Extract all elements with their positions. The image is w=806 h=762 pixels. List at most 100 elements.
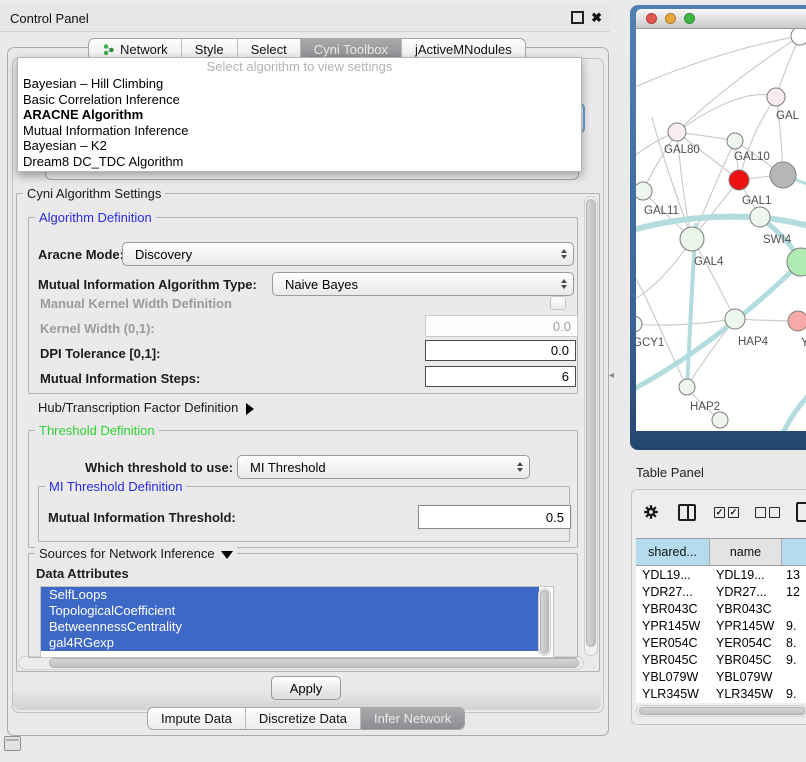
network-node-gal80[interactable] (668, 123, 686, 141)
table-row[interactable]: YBL079WYBL079W (636, 668, 806, 685)
network-canvas[interactable]: GALGAL80GAL10GAL1GAL11SWI4GAL4GCY1HAP4YH… (636, 29, 806, 431)
network-node-hap4[interactable] (725, 309, 745, 329)
mi-type-combo[interactable]: Naive Bayes (272, 272, 574, 296)
algorithm-option[interactable]: Bayesian – Hill Climbing (18, 76, 581, 92)
data-attributes-list[interactable]: SelfLoopsTopologicalCoefficientBetweenne… (40, 586, 554, 658)
mi-threshold-input[interactable]: 0.5 (418, 505, 571, 529)
split-columns-icon[interactable] (678, 504, 696, 521)
table-row[interactable]: YBR043CYBR043C (636, 600, 806, 617)
network-node-gal1[interactable] (729, 170, 749, 190)
network-window-titlebar[interactable] (636, 9, 806, 29)
table-row[interactable]: YDL19...YDL19...13 (636, 566, 806, 583)
attribute-item[interactable]: TopologicalCoefficient (41, 603, 539, 619)
which-threshold-combo[interactable]: MI Threshold (237, 455, 530, 479)
mi-threshold-value: 0.5 (546, 510, 564, 525)
network-graph: GALGAL80GAL10GAL1GAL11SWI4GAL4GCY1HAP4YH… (636, 29, 806, 431)
node-table: shared...name YDL19...YDL19...13YDR27...… (636, 538, 806, 717)
algorithm-option[interactable]: Mutual Information Inference (18, 123, 581, 139)
table-row[interactable]: YLR345WYLR345W9. (636, 685, 806, 702)
network-icon (102, 43, 115, 56)
network-node-gal11[interactable] (636, 182, 652, 200)
network-node-gal10[interactable] (727, 133, 743, 149)
settings-vscroll-thumb[interactable] (586, 199, 596, 647)
attribute-item[interactable]: SelfLoops (41, 587, 539, 603)
table-row[interactable]: YIL052CYIL052C9 (636, 702, 806, 703)
apply-button[interactable]: Apply (271, 676, 341, 700)
minimized-panel-icon[interactable] (4, 736, 21, 751)
table-cell: 9. (782, 619, 806, 633)
window-zoom-icon[interactable] (684, 13, 695, 24)
collapsed-arrow-icon (246, 403, 254, 415)
attribute-item[interactable]: BetweennessCentrality (41, 619, 539, 635)
attributes-scroll-thumb[interactable] (540, 590, 549, 654)
settings-vertical-scrollbar[interactable] (584, 196, 598, 656)
table-horizontal-scrollbar[interactable] (636, 705, 806, 717)
algorithm-option[interactable]: Basic Correlation Inference (18, 92, 581, 108)
table-cell: 9. (782, 653, 806, 667)
hub-definition-toggle[interactable]: Hub/Transcription Factor Definition (38, 400, 254, 415)
manual-kernel-checkbox[interactable] (550, 296, 566, 310)
dpi-tolerance-input[interactable]: 0.0 (425, 340, 576, 361)
tab-label: Cyni Toolbox (314, 42, 388, 57)
attributes-scrollbar[interactable] (538, 588, 551, 656)
window-minimize-icon[interactable] (665, 13, 676, 24)
column-header[interactable] (782, 539, 806, 565)
network-node-gal4[interactable] (680, 227, 704, 251)
table-cell: YDL19... (710, 568, 782, 582)
tab-infer-network[interactable]: Infer Network (361, 708, 464, 729)
network-node-gal[interactable] (767, 88, 785, 106)
node-label: Y (801, 337, 806, 349)
tab-label: Discretize Data (259, 711, 347, 726)
gear-icon[interactable] (642, 503, 660, 521)
node-label: SWI4 (763, 234, 792, 246)
column-header[interactable]: shared... (636, 539, 710, 565)
tab-discretize-data[interactable]: Discretize Data (246, 708, 361, 729)
network-node-swi4[interactable] (750, 207, 770, 227)
table-row[interactable]: YDR27...YDR27...12 (636, 583, 806, 600)
algorithm-option[interactable]: Bayesian – K2 (18, 138, 581, 154)
table-cell: YLR345W (636, 687, 710, 701)
algorithm-option[interactable]: ARACNE Algorithm (18, 107, 581, 123)
tab-label: Style (195, 42, 224, 57)
table-row[interactable]: YER054CYER054C8. (636, 634, 806, 651)
kernel-width-input[interactable]: 0.0 (425, 315, 578, 337)
dpi-tolerance-label: DPI Tolerance [0,1]: (40, 346, 160, 361)
settings-hscroll-thumb[interactable] (49, 658, 579, 668)
tab-label: Network (120, 42, 168, 57)
network-node[interactable] (770, 162, 796, 188)
close-panel-icon[interactable]: ✖ (591, 12, 602, 24)
splitpane-divider-arrow[interactable]: ◂ (609, 370, 614, 381)
settings-horizontal-scrollbar[interactable] (18, 656, 584, 670)
float-panel-icon[interactable] (571, 11, 584, 24)
algorithm-option[interactable]: Dream8 DC_TDC Algorithm (18, 154, 581, 170)
window-close-icon[interactable] (646, 13, 657, 24)
table-row[interactable]: YBR045CYBR045C9. (636, 651, 806, 668)
network-node-y[interactable] (788, 311, 806, 331)
deselect-all-columns-icon[interactable] (755, 507, 780, 518)
column-header[interactable]: name (710, 539, 782, 565)
table-cell: 13 (782, 568, 806, 582)
dpi-tolerance-value: 0.0 (551, 343, 569, 358)
aracne-mode-label: Aracne Mode: (38, 247, 124, 262)
tab-impute-data[interactable]: Impute Data (148, 708, 246, 729)
network-node[interactable] (791, 29, 806, 45)
new-table-icon[interactable] (796, 502, 806, 522)
cyni-settings-title: Cyni Algorithm Settings (23, 186, 165, 201)
table-row[interactable]: YPR145WYPR145W9. (636, 617, 806, 634)
network-node-hap2[interactable] (679, 379, 695, 395)
table-cell: YER054C (636, 636, 710, 650)
mi-steps-input[interactable]: 6 (425, 366, 576, 387)
network-node[interactable] (712, 412, 728, 428)
network-nodes[interactable]: GALGAL80GAL10GAL1GAL11SWI4GAL4GCY1HAP4YH… (636, 29, 806, 428)
sources-group-title[interactable]: Sources for Network Inference (35, 546, 237, 561)
aracne-mode-combo[interactable]: Discovery (122, 242, 574, 266)
table-cell: YDR27... (710, 585, 782, 599)
table-hscroll-thumb[interactable] (639, 707, 805, 715)
select-all-columns-icon[interactable]: ✓✓ (714, 507, 739, 518)
table-toolbar: ✓✓ (642, 502, 806, 522)
network-node-gcy1[interactable] (636, 316, 642, 332)
node-label: GAL1 (742, 195, 771, 207)
attribute-item[interactable]: gal4RGexp (41, 635, 539, 651)
aracne-mode-value: Discovery (123, 247, 555, 262)
tab-label: Select (251, 42, 287, 57)
